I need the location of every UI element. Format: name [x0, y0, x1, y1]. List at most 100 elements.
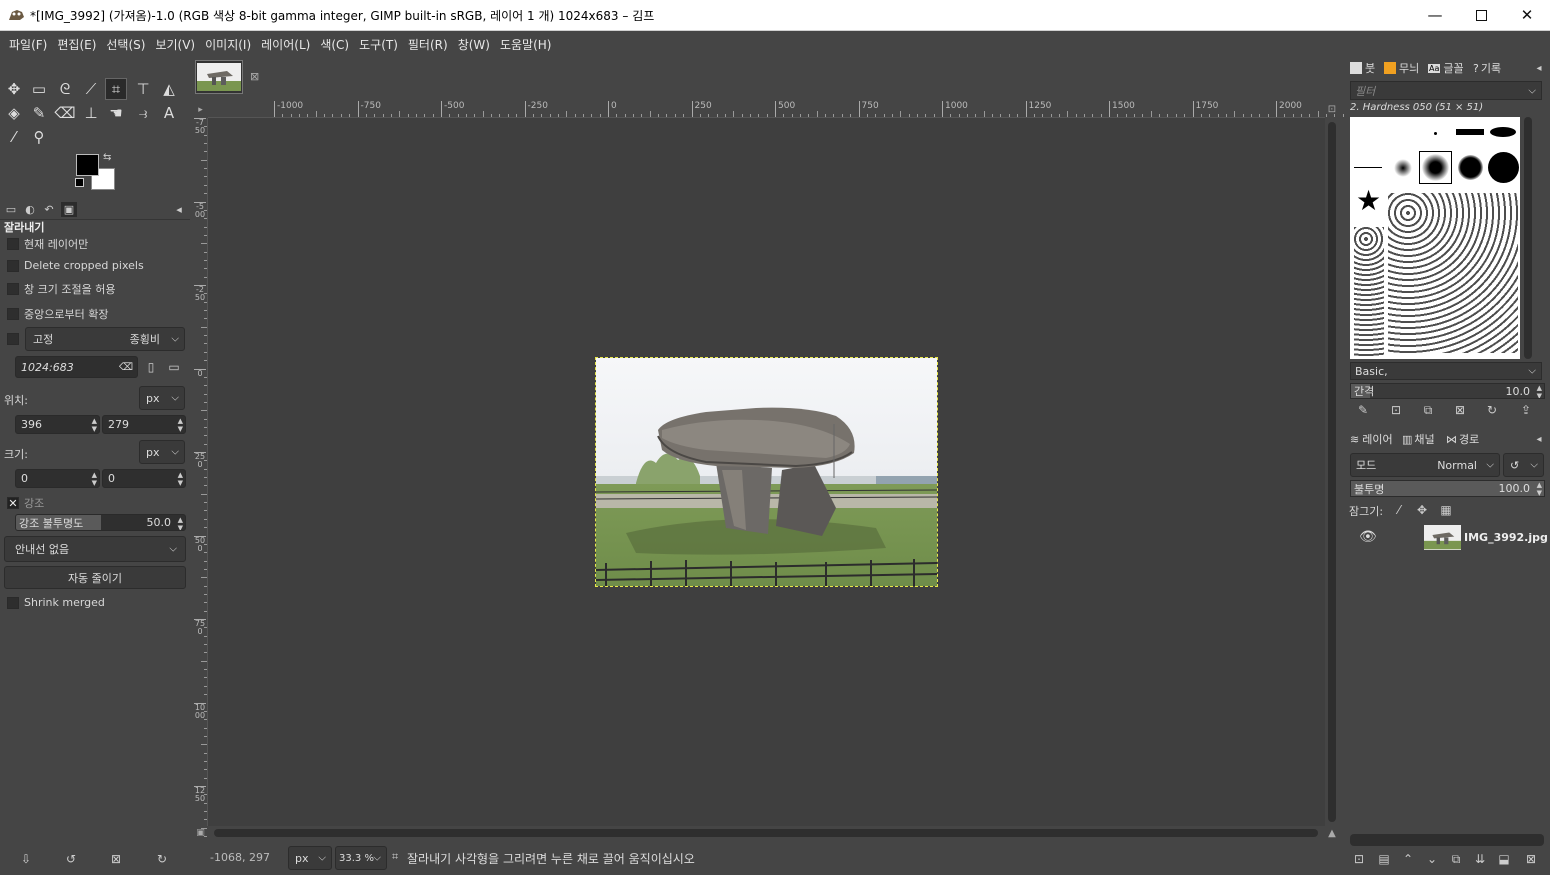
menu-filters[interactable]: 필터(R) — [403, 36, 453, 53]
toggle-quick-mask-icon[interactable]: ▣ — [193, 826, 208, 840]
menu-image[interactable]: 이미지(I) — [200, 36, 256, 53]
maximize-button[interactable] — [1458, 0, 1504, 30]
layer-opacity-slider[interactable]: 불투명 100.0 ▲ ▼ — [1350, 480, 1545, 497]
image-tab-thumbnail[interactable] — [195, 60, 243, 94]
paths-tool-icon[interactable]: ⥽ — [132, 102, 154, 124]
menu-view[interactable]: 보기(V) — [150, 36, 200, 53]
duplicate-layer-icon[interactable]: ⧉ — [1447, 851, 1465, 867]
paintbrush-tool-icon[interactable]: ✎ — [28, 102, 50, 124]
quick-mask-icon[interactable]: ▸ — [193, 101, 208, 118]
canvas-area[interactable] — [208, 118, 1325, 826]
portrait-icon[interactable]: ▯ — [142, 359, 160, 375]
navigate-icon[interactable]: ▲ — [1325, 826, 1339, 840]
shrink-merged-checkbox[interactable]: Shrink merged — [7, 596, 105, 609]
tab-patterns[interactable]: 무늬 — [1384, 60, 1419, 76]
lower-layer-icon[interactable]: ⌄ — [1423, 851, 1441, 867]
menu-edit[interactable]: 편집(E) — [52, 36, 101, 53]
close-button[interactable]: ✕ — [1504, 0, 1550, 30]
aspect-ratio-input[interactable]: 1024:683 ⌫ — [15, 356, 138, 378]
allow-growing-checkbox[interactable]: 창 크기 조절을 허용 — [7, 281, 115, 297]
merge-layer-icon[interactable]: ⇊ — [1471, 851, 1489, 867]
menu-windows[interactable]: 창(W) — [453, 36, 495, 53]
spin-icon[interactable]: ▲ ▼ — [178, 471, 183, 487]
spin-icon[interactable]: ▲ ▼ — [178, 516, 183, 530]
composite-mode-button[interactable]: ↺ ⌵ — [1503, 453, 1544, 477]
brush-filter-input[interactable]: 필터 ⌵ — [1350, 81, 1542, 100]
lasso-tool-icon[interactable]: ᘓ — [54, 78, 76, 100]
open-brush-as-image-icon[interactable]: ⇪ — [1517, 402, 1535, 418]
device-status-tab-icon[interactable]: ◐ — [22, 202, 38, 217]
close-tab-icon[interactable]: ⊠ — [250, 70, 259, 83]
delete-cropped-checkbox[interactable]: Delete cropped pixels — [7, 259, 144, 272]
lock-alpha-icon[interactable]: ▦ — [1437, 502, 1455, 518]
configure-tab-icon[interactable]: ◂ — [1530, 431, 1548, 447]
raise-layer-icon[interactable]: ⌃ — [1399, 851, 1417, 867]
tab-fonts[interactable]: Aa 글꼴 — [1428, 60, 1464, 76]
highlight-checkbox[interactable]: ✕ 강조 — [7, 495, 44, 511]
spin-icon[interactable]: ▲ ▼ — [92, 471, 97, 487]
color-picker-tool-icon[interactable]: ⁄ — [3, 126, 25, 148]
tool-options-tab-icon[interactable]: ▭ — [3, 202, 19, 217]
highlight-opacity-slider[interactable]: 강조 불투명도 50.0 ▲ ▼ — [15, 514, 186, 531]
auto-shrink-button[interactable]: 자동 줄이기 — [4, 566, 186, 589]
position-y-input[interactable]: 279 ▲ ▼ — [102, 415, 186, 434]
expand-from-center-checkbox[interactable]: 중앙으로부터 확장 — [7, 306, 108, 322]
size-height-input[interactable]: 0 ▲ ▼ — [102, 469, 186, 488]
foreground-color-swatch[interactable] — [76, 154, 99, 176]
eye-icon[interactable]: 👁 — [1359, 529, 1377, 545]
fuzzy-select-tool-icon[interactable]: ⟋ — [80, 78, 102, 100]
scroll-thumb[interactable] — [214, 829, 1318, 837]
scroll-thumb[interactable] — [1328, 122, 1336, 822]
menu-select[interactable]: 선택(S) — [101, 36, 150, 53]
new-brush-icon[interactable]: ⊡ — [1387, 402, 1405, 418]
delete-options-icon[interactable]: ⊠ — [107, 851, 125, 867]
horizontal-scrollbar[interactable] — [208, 826, 1325, 840]
text-tool-icon[interactable]: A — [158, 102, 180, 124]
zoom-dropdown[interactable]: 33.3 % ⌵ — [335, 846, 387, 870]
rect-select-tool-icon[interactable]: ▭ — [28, 78, 50, 100]
tab-layers[interactable]: ≋ 레이어 — [1350, 431, 1393, 447]
restore-options-icon[interactable]: ↺ — [62, 851, 80, 867]
spin-icon[interactable]: ▲ ▼ — [92, 417, 97, 433]
minimize-button[interactable]: — — [1412, 0, 1458, 30]
layer-mode-dropdown[interactable]: 모드 Normal ⌵ — [1350, 453, 1500, 477]
menu-file[interactable]: 파일(F) — [4, 36, 52, 53]
new-layer-group-icon[interactable]: ▤ — [1375, 851, 1393, 867]
configure-tab-icon[interactable]: ◂ — [1530, 60, 1548, 76]
landscape-icon[interactable]: ▭ — [165, 359, 183, 375]
warp-tool-icon[interactable]: ◭ — [158, 78, 180, 100]
tab-paths[interactable]: ⋈ 경로 — [1446, 431, 1479, 447]
lock-pixels-icon[interactable]: ⁄ — [1390, 502, 1408, 518]
image-layer[interactable] — [595, 357, 938, 587]
fixed-mode-dropdown[interactable]: 고정 종횡비 ⌵ — [25, 327, 185, 351]
layer-name[interactable]: IMG_3992.jpg — [1464, 531, 1548, 544]
move-tool-icon[interactable]: ✥ — [3, 78, 25, 100]
clear-icon[interactable]: ⌫ — [119, 362, 133, 373]
current-layer-only-checkbox[interactable]: 현재 레이어만 — [7, 236, 88, 252]
mask-layer-icon[interactable]: ⬓ — [1495, 851, 1513, 867]
bucket-fill-tool-icon[interactable]: ◈ — [3, 102, 25, 124]
guides-dropdown[interactable]: 안내선 없음 ⌵ — [4, 536, 186, 562]
smudge-tool-icon[interactable]: ☚ — [105, 102, 127, 124]
new-layer-icon[interactable]: ⊡ — [1350, 851, 1368, 867]
refresh-brushes-icon[interactable]: ↻ — [1483, 402, 1501, 418]
tab-channels[interactable]: ▥ 채널 — [1402, 431, 1435, 447]
zoom-fit-icon[interactable]: ⊡ — [1325, 101, 1339, 118]
spin-icon[interactable]: ▲ ▼ — [1537, 384, 1542, 398]
layers-scrollbar[interactable] — [1350, 834, 1544, 846]
images-tab-icon[interactable]: ▣ — [61, 202, 77, 217]
menu-layer[interactable]: 레이어(L) — [256, 36, 315, 53]
clone-tool-icon[interactable]: ⊥ — [80, 102, 102, 124]
menu-help[interactable]: 도움말(H) — [495, 36, 557, 53]
brush-scrollbar[interactable] — [1524, 117, 1532, 359]
fixed-checkbox[interactable] — [7, 333, 24, 345]
duplicate-brush-icon[interactable]: ⧉ — [1419, 402, 1437, 418]
menu-tools[interactable]: 도구(T) — [354, 36, 403, 53]
configure-tab-icon[interactable]: ◂ — [171, 202, 187, 217]
vertical-scrollbar[interactable] — [1325, 118, 1339, 826]
layer-row[interactable]: 👁 IMG_3992.jpg — [1349, 523, 1548, 553]
lock-position-icon[interactable]: ✥ — [1413, 502, 1431, 518]
size-unit-dropdown[interactable]: px ⌵ — [139, 440, 185, 464]
undo-history-tab-icon[interactable]: ↶ — [41, 202, 57, 217]
delete-layer-icon[interactable]: ⊠ — [1522, 851, 1540, 867]
